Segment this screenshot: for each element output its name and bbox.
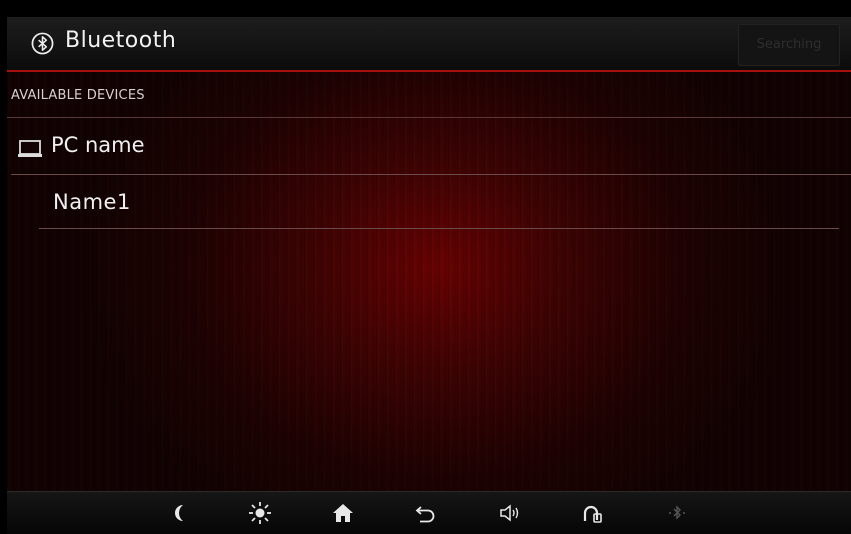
searching-button[interactable]: Searching — [738, 24, 840, 66]
volume-icon[interactable] — [497, 500, 523, 526]
laptop-icon — [18, 140, 42, 157]
bluetooth-icon — [31, 32, 54, 55]
device-name-name1: Name1 — [53, 190, 131, 214]
back-icon[interactable] — [412, 500, 438, 526]
home-icon[interactable] — [330, 500, 356, 526]
brightness-icon[interactable] — [247, 500, 273, 526]
bluetooth-screen: Bluetooth Searching AVAILABLE DEVICES PC… — [7, 17, 851, 534]
phone-mode-icon[interactable] — [580, 500, 606, 526]
bluetooth-signal-icon — [669, 505, 685, 520]
device-name-pc: PC name — [51, 133, 145, 157]
section-label: AVAILABLE DEVICES — [11, 88, 145, 103]
available-devices-header: AVAILABLE DEVICES — [7, 73, 851, 118]
page-title: Bluetooth — [65, 28, 177, 53]
title-bar: Bluetooth Searching — [7, 17, 851, 72]
bottom-bar — [7, 491, 851, 534]
device-item-name1[interactable]: Name1 — [39, 175, 839, 229]
device-item-pc[interactable]: PC name — [11, 122, 851, 175]
moon-icon[interactable] — [167, 500, 193, 526]
